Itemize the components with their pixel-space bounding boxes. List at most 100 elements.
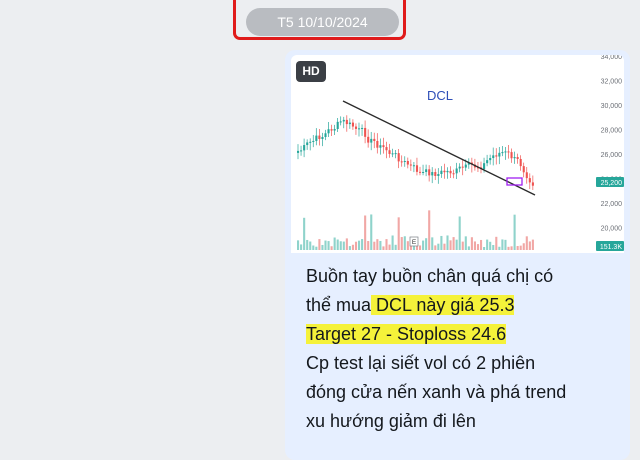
candle-body xyxy=(364,127,367,137)
volume-bar xyxy=(525,236,528,250)
y-tick-label: 34,000 xyxy=(601,55,623,61)
volume-bar xyxy=(321,244,324,250)
message-bubble[interactable]: 34,00032,00030,00028,00026,00024,00022,0… xyxy=(285,50,630,460)
volume-bar xyxy=(467,246,470,250)
candle-body xyxy=(333,128,336,131)
candle-body xyxy=(388,150,391,154)
msg-line-2: thể mua DCL này giá 25.3 xyxy=(306,291,616,320)
volume-bar xyxy=(339,241,342,250)
volume-bar xyxy=(470,237,473,250)
candle-body xyxy=(354,126,358,129)
volume-bar xyxy=(312,245,315,250)
msg-line-1: Buồn tay buồn chân quá chị có xyxy=(306,266,554,286)
price-tag: 25,200 xyxy=(601,180,623,187)
volume-bar xyxy=(446,235,449,250)
red-annotation-outline xyxy=(233,0,406,40)
volume-tag: 151.3K xyxy=(600,244,623,251)
volume-bar xyxy=(303,217,306,250)
chart-image[interactable]: 34,00032,00030,00028,00026,00024,00022,0… xyxy=(291,55,624,253)
message-text: Buồn tay buồn chân quá chị có thể mua DC… xyxy=(306,262,616,436)
candle-body xyxy=(492,155,495,159)
y-tick-label: 28,000 xyxy=(601,128,623,135)
volume-bar xyxy=(486,239,489,250)
volume-bar xyxy=(431,237,434,250)
candle-body xyxy=(373,138,376,141)
volume-bar xyxy=(336,239,339,250)
msg-highlight-target: Target 27 - Stoploss 24.6 xyxy=(306,324,507,344)
msg-line-4: Cp test lại siết vol có 2 phiên xyxy=(306,353,536,373)
candle-body xyxy=(519,158,522,167)
volume-bar xyxy=(367,241,370,250)
volume-bar xyxy=(513,214,516,250)
volume-bar xyxy=(483,246,486,250)
candle-body xyxy=(434,172,437,176)
candle-body xyxy=(309,141,312,143)
volume-bar xyxy=(309,241,312,250)
volume-bar xyxy=(476,244,480,250)
candle-body xyxy=(385,147,388,151)
volume-bar xyxy=(440,235,443,250)
volume-bar xyxy=(461,241,464,250)
volume-bar xyxy=(333,237,336,250)
volume-bar xyxy=(516,246,519,250)
ticker-label: DCL xyxy=(427,88,453,103)
candle-body xyxy=(318,135,321,140)
candle-body xyxy=(345,119,348,125)
candle-body xyxy=(315,135,318,141)
volume-bar xyxy=(406,241,409,250)
volume-bar xyxy=(531,239,534,250)
trend-line xyxy=(342,100,536,196)
msg-highlight-price: DCL này giá 25.3 xyxy=(371,295,515,315)
candle-body xyxy=(321,137,324,140)
candle-body xyxy=(437,174,440,176)
volume-bar xyxy=(519,245,522,250)
candle-body xyxy=(403,160,406,162)
volume-bar xyxy=(318,239,321,250)
volume-bar xyxy=(376,239,379,250)
volume-bar xyxy=(330,246,333,250)
candle-body xyxy=(415,165,419,172)
volume-bar xyxy=(385,239,388,250)
volume-bar xyxy=(504,239,507,250)
candle-body xyxy=(300,150,303,152)
candle-body xyxy=(531,182,534,186)
msg-line-5: đóng cửa nến xanh và phá trend xyxy=(306,382,567,402)
volume-bar xyxy=(437,243,440,250)
volume-bar xyxy=(297,240,300,250)
candle-body xyxy=(312,140,315,142)
candle-body xyxy=(330,129,333,131)
volume-bar xyxy=(458,216,461,250)
candle-body xyxy=(425,169,428,172)
candle-body xyxy=(446,170,449,173)
candle-body xyxy=(431,172,434,176)
volume-bar xyxy=(428,210,431,250)
candle-body xyxy=(464,164,467,168)
msg-line-3: Target 27 - Stoploss 24.6 xyxy=(306,320,616,349)
volume-bar xyxy=(455,239,458,250)
candle-body xyxy=(303,145,306,151)
candle-body xyxy=(501,152,504,154)
volume-bar xyxy=(364,215,367,250)
candle-body xyxy=(528,178,531,183)
candle-body xyxy=(370,138,373,143)
y-tick-label: 26,000 xyxy=(601,152,623,159)
candle-body xyxy=(324,133,327,138)
candle-body xyxy=(483,163,486,170)
candle-body xyxy=(361,127,364,129)
volume-bar xyxy=(300,244,303,250)
volume-bar xyxy=(473,241,476,250)
y-tick-label: 30,000 xyxy=(601,103,623,110)
y-tick-label: 22,000 xyxy=(601,201,623,208)
candle-body xyxy=(367,136,370,143)
candle-body xyxy=(406,160,409,165)
volume-bar xyxy=(492,244,495,250)
candle-body xyxy=(461,166,464,168)
candle-body xyxy=(504,151,507,153)
volume-bar xyxy=(388,244,391,250)
volume-bar xyxy=(449,240,452,250)
buy-zone-box xyxy=(506,177,523,186)
candle-body xyxy=(452,173,455,175)
candle-body xyxy=(358,128,361,130)
volume-bar xyxy=(315,246,318,250)
candle-body xyxy=(495,155,498,157)
